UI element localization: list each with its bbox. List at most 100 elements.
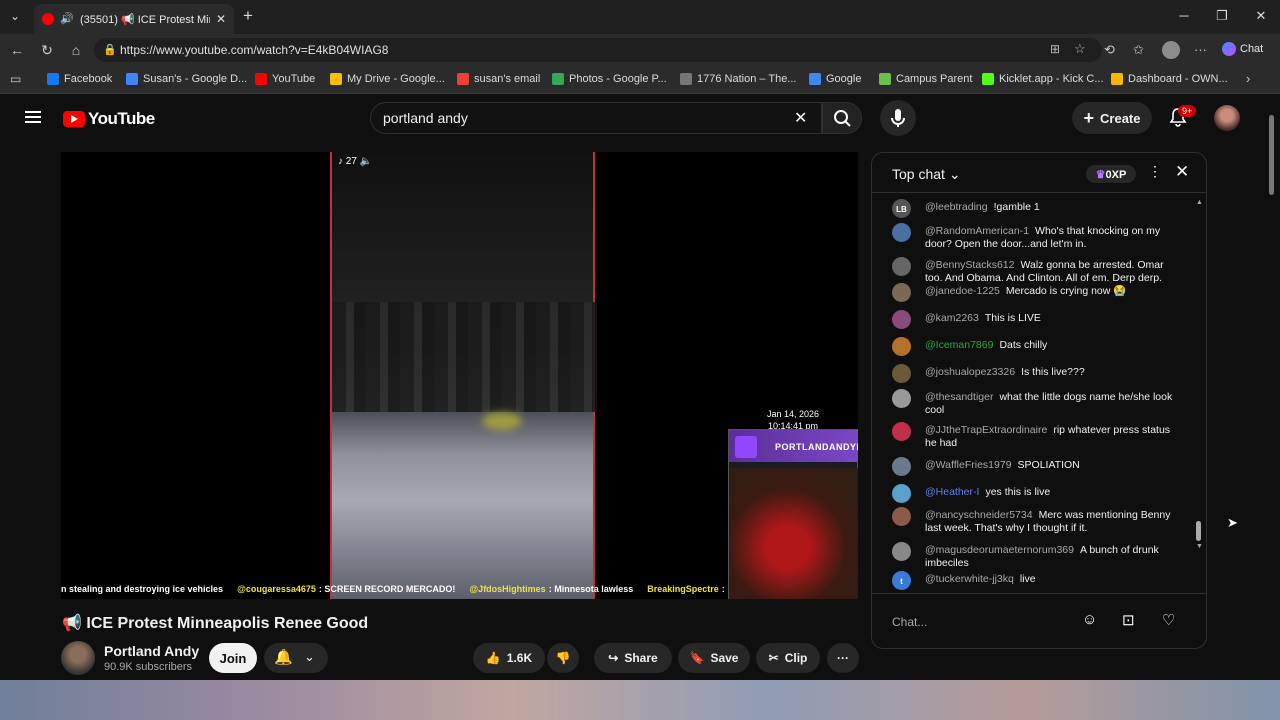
chat-avatar[interactable]	[892, 422, 911, 441]
window-close-icon[interactable]: ✕	[1251, 8, 1271, 24]
favorite-star-icon[interactable]: ☆	[1074, 41, 1086, 57]
read-aloud-icon[interactable]: ⟲	[1104, 42, 1115, 58]
lock-icon[interactable]: 🔒	[103, 43, 117, 56]
top-chat-dropdown[interactable]: Top chat ⌄	[892, 166, 961, 183]
channel-avatar[interactable]	[61, 641, 95, 675]
account-avatar[interactable]	[1214, 105, 1240, 131]
super-chat-icon[interactable]: ⊡	[1122, 611, 1135, 629]
new-tab-icon[interactable]: +	[243, 6, 253, 26]
chat-avatar[interactable]	[892, 337, 911, 356]
chat-username[interactable]: @tuckerwhite-jj3kq	[925, 573, 1014, 585]
copilot-chat-button[interactable]: Chat	[1222, 42, 1263, 56]
voice-search-button[interactable]	[880, 100, 916, 136]
chat-avatar[interactable]	[892, 542, 911, 561]
xp-badge[interactable]: ♛0XP	[1086, 165, 1136, 183]
bookmark-item[interactable]: YouTube	[255, 73, 315, 85]
chat-avatar[interactable]	[892, 257, 911, 276]
bookmark-item[interactable]: Google	[809, 73, 861, 85]
facecam-overlay: PORTLANDANDYIRL	[728, 429, 858, 599]
chat-username[interactable]: @leebtrading	[925, 201, 988, 213]
desktop-wallpaper	[0, 680, 1280, 720]
apps-icon[interactable]: ⊞	[1050, 42, 1060, 56]
chat-username[interactable]: @nancyschneider5734	[925, 509, 1033, 521]
channel-name[interactable]: Portland Andy	[104, 643, 199, 659]
chat-username[interactable]: @Iceman7869	[925, 339, 993, 351]
chat-avatar[interactable]	[892, 310, 911, 329]
youtube-logo[interactable]: YouTube	[63, 109, 155, 129]
bookmark-item[interactable]: Facebook	[47, 73, 112, 85]
page-scroll-thumb[interactable]	[1269, 115, 1274, 195]
chat-close-icon[interactable]: ✕	[1175, 162, 1189, 182]
subscription-notifications-button[interactable]: 🔔 ⌄	[264, 643, 328, 673]
chat-avatar[interactable]	[892, 484, 911, 503]
home-icon[interactable]: ⌂	[68, 42, 84, 58]
chat-avatar[interactable]	[892, 389, 911, 408]
bookmark-item[interactable]: Photos - Google P...	[552, 73, 667, 85]
chat-avatar[interactable]	[892, 507, 911, 526]
join-button[interactable]: Join	[209, 643, 257, 673]
chat-avatar[interactable]	[892, 457, 911, 476]
chat-username[interactable]: @JJtheTrapExtraordinaire	[925, 424, 1047, 436]
create-button[interactable]: + Create	[1072, 102, 1152, 134]
chat-more-icon[interactable]: ⋮	[1148, 163, 1162, 180]
bookmarks-more-icon[interactable]: ›	[1246, 71, 1250, 86]
scroll-down-icon[interactable]: ▼	[1196, 543, 1203, 550]
bookmark-item[interactable]: 1776 Nation – The...	[680, 73, 796, 85]
clear-search-icon[interactable]: ✕	[794, 108, 807, 128]
scroll-thumb[interactable]	[1196, 521, 1201, 541]
sidebar-toggle-icon[interactable]: ▭	[10, 72, 21, 86]
reload-icon[interactable]: ↻	[39, 42, 55, 59]
like-button[interactable]: 👍 1.6K	[473, 643, 545, 673]
speaker-icon: 🔈	[359, 156, 373, 167]
dislike-button[interactable]: 👎	[547, 643, 579, 673]
back-icon[interactable]: ←	[9, 42, 25, 58]
chat-avatar[interactable]	[892, 283, 911, 302]
bookmark-item[interactable]: My Drive - Google...	[330, 73, 445, 85]
audio-playing-icon[interactable]: 🔊	[60, 12, 74, 25]
bookmark-favicon-icon	[552, 73, 564, 85]
search-input[interactable]: portland andy	[370, 102, 822, 134]
chat-username[interactable]: @WaffleFries1979	[925, 459, 1012, 471]
bookmark-item[interactable]: Susan's - Google D...	[126, 73, 247, 85]
chat-scrollbar[interactable]: ▲ ▼	[1196, 199, 1203, 591]
chat-username[interactable]: @Heather-I	[925, 486, 979, 498]
chat-avatar[interactable]	[892, 364, 911, 383]
share-button[interactable]: ↪ Share	[594, 643, 672, 673]
chat-username[interactable]: @magusdeorumaeternorum369	[925, 544, 1074, 556]
chat-username[interactable]: @kam2263	[925, 312, 979, 324]
tab-close-icon[interactable]: ✕	[216, 12, 226, 26]
bookmark-item[interactable]: Dashboard - OWN...	[1111, 73, 1228, 85]
clip-button[interactable]: ✂ Clip	[756, 643, 820, 673]
chat-username[interactable]: @joshualopez3326	[925, 366, 1015, 378]
chat-username[interactable]: @thesandtiger	[925, 391, 993, 403]
search-button[interactable]	[822, 102, 862, 134]
chat-username[interactable]: @RandomAmerican-1	[925, 225, 1029, 237]
scroll-up-icon[interactable]: ▲	[1196, 199, 1203, 206]
more-actions-button[interactable]: ···	[827, 643, 859, 673]
more-options-icon[interactable]: ···	[1194, 42, 1207, 57]
profile-avatar-icon[interactable]	[1162, 41, 1180, 59]
menu-icon[interactable]	[25, 111, 41, 123]
minimize-icon[interactable]: ─	[1174, 8, 1194, 23]
page-scrollbar[interactable]	[1267, 95, 1276, 680]
save-button[interactable]: 🔖 Save	[678, 643, 750, 673]
bookmark-item[interactable]: Kicklet.app - Kick C...	[982, 73, 1104, 85]
address-bar[interactable]: 🔒 https://www.youtube.com/watch?v=E4kB04…	[94, 38, 1102, 62]
chat-avatar[interactable]	[892, 223, 911, 242]
browser-tab-active[interactable]: 🔊 (35501) 📢 ICE Protest Minne ✕	[34, 4, 234, 34]
chat-input[interactable]: Chat...	[892, 608, 1092, 636]
bookmark-item[interactable]: Campus Parent	[879, 73, 972, 85]
emoji-icon[interactable]: ☺	[1082, 611, 1097, 628]
favorites-icon[interactable]: ✩	[1133, 42, 1144, 58]
tab-list-dropdown-icon[interactable]: ⌄	[10, 9, 20, 23]
chat-avatar[interactable]: LB	[892, 199, 911, 218]
chat-username[interactable]: @janedoe-1225	[925, 285, 1000, 297]
youtube-play-icon	[63, 111, 85, 127]
maximize-icon[interactable]: ❐	[1212, 8, 1232, 24]
chat-message-body: @nancyschneider5734 Merc was mentioning B…	[925, 509, 1175, 535]
chat-avatar[interactable]: t	[892, 571, 911, 590]
bookmark-item[interactable]: susan's email	[457, 73, 540, 85]
heart-icon[interactable]: ♡	[1162, 611, 1175, 629]
video-player[interactable]: ♪ 27 🔈 Jan 14, 2026 10:14:41 pm PORTLAND…	[61, 152, 858, 599]
chat-username[interactable]: @BennyStacks612	[925, 259, 1014, 271]
